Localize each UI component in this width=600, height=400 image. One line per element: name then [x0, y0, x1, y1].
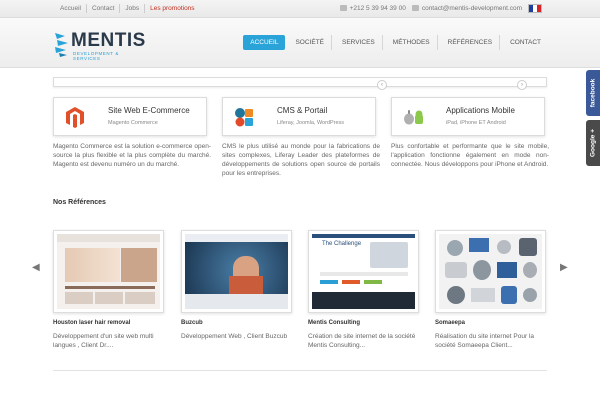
references-prev-arrow-icon[interactable]: ◀ — [32, 262, 40, 273]
references-next-arrow-icon[interactable]: ▶ — [560, 262, 568, 273]
magento-icon — [66, 107, 84, 128]
email-address[interactable]: contact@mentis-development.com — [422, 5, 522, 12]
reference-name[interactable]: Mentis Consulting — [308, 320, 360, 326]
nav-methodes[interactable]: MÉTHODES — [386, 35, 438, 50]
facebook-label: facebook — [589, 78, 597, 108]
logo-name: MENTIS — [71, 30, 146, 51]
top-link-promotions[interactable]: Les promotions — [145, 4, 199, 13]
reference-thumbnail-buzcub[interactable] — [181, 230, 292, 313]
cms-logos-icon — [235, 108, 253, 127]
top-link-jobs[interactable]: Jobs — [120, 4, 146, 13]
reference-screenshot — [439, 234, 542, 309]
top-links: Accueil Contact Jobs Les promotions — [55, 4, 200, 13]
reference-thumbnail-houston[interactable] — [53, 230, 164, 313]
google-plus-label: Google + — [589, 129, 597, 157]
nav-accueil[interactable]: ACCUEIL — [243, 35, 286, 50]
thumb-headline: The Challenge — [322, 241, 362, 247]
french-flag-icon[interactable] — [528, 4, 542, 13]
facebook-side-tab[interactable]: facebook — [586, 70, 600, 116]
feature-description: CMS le plus utilisé au monde pour la fab… — [222, 143, 380, 177]
references-title: Nos Références — [53, 199, 106, 206]
google-plus-side-tab[interactable]: Google + — [586, 120, 600, 166]
feature-box-mobile[interactable]: Applications Mobile iPad, iPhone ET Andr… — [391, 97, 545, 136]
nav-societe[interactable]: SOCIÉTÉ — [288, 35, 333, 50]
slider-prev-arrow-icon[interactable]: ‹ — [377, 80, 387, 90]
reference-description: Création de site internet de la société … — [308, 333, 416, 349]
reference-name[interactable]: Somaeepa — [435, 320, 465, 326]
top-contact: +212 5 39 94 39 00 contact@mentis-develo… — [339, 4, 542, 13]
feature-description: Plus confortable et performante que le s… — [391, 143, 549, 168]
feature-description: Magento Commerce est la solution e-comme… — [53, 143, 211, 168]
slider-next-arrow-icon[interactable]: › — [517, 80, 527, 90]
reference-screenshot — [185, 234, 288, 309]
reference-description: Développement d'un site web multi langue… — [53, 333, 154, 349]
reference-screenshot: The Challenge — [312, 234, 415, 309]
nav-contact[interactable]: CONTACT — [503, 35, 548, 50]
reference-thumbnail-somaeepa[interactable] — [435, 230, 546, 313]
feature-title: Site Web E-Commerce — [108, 106, 190, 115]
top-link-contact[interactable]: Contact — [87, 4, 121, 13]
nav-services[interactable]: SERVICES — [335, 35, 383, 50]
feature-title: CMS & Portail — [277, 106, 328, 115]
mobile-os-icon — [404, 110, 423, 125]
phone-number: +212 5 39 94 39 00 — [349, 5, 406, 12]
feature-subtitle: Liferay, Joomla, WordPress — [277, 120, 345, 126]
reference-screenshot — [57, 234, 160, 309]
reference-description: Développement Web , Client Buzcub — [181, 333, 288, 340]
feature-subtitle: iPad, iPhone ET Android — [446, 120, 506, 126]
feature-title: Applications Mobile — [446, 106, 515, 115]
feature-box-cms[interactable]: CMS & Portail Liferay, Joomla, WordPress — [222, 97, 376, 136]
reference-description: Réalisation du site internet Pour la soc… — [435, 333, 535, 349]
top-link-accueil[interactable]: Accueil — [55, 4, 87, 13]
header: MENTIS DEVELOPMENT & SERVICES ACCUEIL SO… — [0, 18, 600, 68]
reference-name[interactable]: Buzcub — [181, 320, 203, 326]
nav-references[interactable]: RÉFÉRENCES — [441, 35, 501, 50]
top-bar: Accueil Contact Jobs Les promotions +212… — [0, 0, 600, 18]
phone-info: +212 5 39 94 39 00 — [339, 5, 406, 12]
main-nav: ACCUEIL SOCIÉTÉ SERVICES MÉTHODES RÉFÉRE… — [243, 35, 548, 50]
reference-thumbnail-mentis-consulting[interactable]: The Challenge — [308, 230, 419, 313]
feature-subtitle: Magento Commerce — [108, 120, 158, 126]
slider-bar — [53, 77, 547, 87]
logo[interactable]: MENTIS DEVELOPMENT & SERVICES — [53, 30, 146, 61]
phone-icon — [339, 5, 347, 12]
logo-tagline: DEVELOPMENT & SERVICES — [73, 51, 119, 61]
feature-box-ecommerce[interactable]: Site Web E-Commerce Magento Commerce — [53, 97, 207, 136]
mail-icon — [411, 5, 419, 12]
reference-name[interactable]: Houston laser hair removal — [53, 320, 130, 326]
email-info[interactable]: contact@mentis-development.com — [411, 5, 522, 12]
logo-mark-icon — [55, 33, 68, 57]
bottom-divider — [53, 370, 547, 371]
